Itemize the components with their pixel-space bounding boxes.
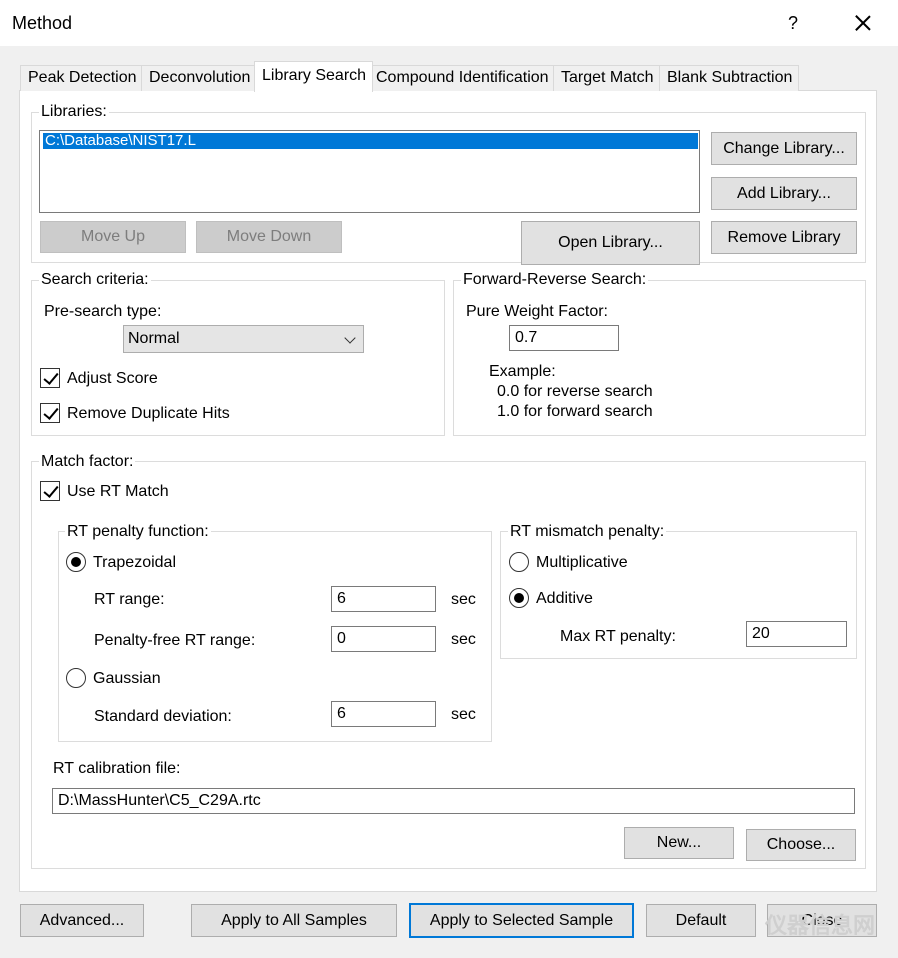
pure-weight-input[interactable]: 0.7: [509, 325, 619, 351]
open-library-button[interactable]: Open Library...: [521, 221, 700, 265]
tab-target-match[interactable]: Target Match: [553, 65, 661, 91]
additive-label: Additive: [536, 590, 593, 607]
pure-weight-label: Pure Weight Factor:: [466, 303, 608, 320]
window-title: Method: [12, 13, 73, 33]
apply-all-samples-button[interactable]: Apply to All Samples: [191, 904, 397, 937]
std-dev-unit: sec: [451, 706, 476, 723]
rt-mismatch-penalty-label: RT mismatch penalty:: [508, 523, 667, 541]
max-rt-penalty-label: Max RT penalty:: [560, 628, 676, 645]
use-rt-match-label: Use RT Match: [67, 483, 169, 500]
trapezoidal-radio[interactable]: [66, 552, 86, 572]
penalty-free-label: Penalty-free RT range:: [94, 632, 256, 649]
tab-blank-subtraction[interactable]: Blank Subtraction: [659, 65, 800, 91]
change-library-button[interactable]: Change Library...: [711, 132, 857, 165]
close-icon[interactable]: [843, 6, 883, 40]
libraries-listbox[interactable]: C:\Database\NIST17.L: [39, 130, 700, 213]
std-dev-label: Standard deviation:: [94, 708, 232, 725]
presearch-type-select[interactable]: Normal: [123, 325, 364, 353]
search-criteria-label: Search criteria:: [39, 271, 151, 289]
remove-duplicates-checkbox[interactable]: [40, 403, 60, 423]
example-label: Example:: [489, 363, 556, 380]
tab-compound-identification[interactable]: Compound Identification: [368, 65, 556, 91]
rt-range-label: RT range:: [94, 591, 165, 608]
library-item-selected[interactable]: C:\Database\NIST17.L: [43, 133, 698, 149]
watermark: 仪器信息网: [765, 913, 876, 938]
libraries-label: Libraries:: [39, 103, 109, 121]
title-bar: [0, 0, 898, 46]
penalty-free-input[interactable]: 0: [331, 626, 436, 652]
std-dev-input[interactable]: 6: [331, 701, 436, 727]
adjust-score-label: Adjust Score: [67, 370, 158, 387]
tab-library-search[interactable]: Library Search: [254, 61, 374, 92]
match-factor-label: Match factor:: [39, 453, 136, 471]
additive-radio[interactable]: [509, 588, 529, 608]
move-down-button[interactable]: Move Down: [196, 221, 342, 253]
max-rt-penalty-input[interactable]: 20: [746, 621, 847, 647]
move-up-button[interactable]: Move Up: [40, 221, 186, 253]
use-rt-match-checkbox[interactable]: [40, 481, 60, 501]
default-button[interactable]: Default: [646, 904, 756, 937]
chevron-down-icon: [344, 332, 356, 344]
rt-penalty-function-label: RT penalty function:: [65, 523, 211, 541]
forward-reverse-label: Forward-Reverse Search:: [461, 271, 649, 289]
choose-button[interactable]: Choose...: [746, 829, 856, 861]
remove-library-button[interactable]: Remove Library: [711, 221, 857, 254]
example-line-forward: 1.0 for forward search: [497, 403, 653, 420]
tab-deconvolution[interactable]: Deconvolution: [141, 65, 258, 91]
rt-calibration-label: RT calibration file:: [53, 760, 181, 777]
rt-calibration-input[interactable]: D:\MassHunter\C5_C29A.rtc: [52, 788, 855, 814]
presearch-type-label: Pre-search type:: [44, 303, 162, 320]
multiplicative-label: Multiplicative: [536, 554, 628, 571]
gaussian-radio[interactable]: [66, 668, 86, 688]
add-library-button[interactable]: Add Library...: [711, 177, 857, 210]
trapezoidal-label: Trapezoidal: [93, 554, 177, 571]
example-line-reverse: 0.0 for reverse search: [497, 383, 653, 400]
apply-selected-sample-button[interactable]: Apply to Selected Sample: [409, 903, 634, 938]
advanced-button[interactable]: Advanced...: [20, 904, 144, 937]
rt-range-unit: sec: [451, 591, 476, 608]
tab-peak-detection[interactable]: Peak Detection: [20, 65, 144, 91]
rt-range-input[interactable]: 6: [331, 586, 436, 612]
gaussian-label: Gaussian: [93, 670, 161, 687]
presearch-type-value: Normal: [128, 330, 180, 347]
adjust-score-checkbox[interactable]: [40, 368, 60, 388]
multiplicative-radio[interactable]: [509, 552, 529, 572]
new-button[interactable]: New...: [624, 827, 734, 859]
remove-duplicates-label: Remove Duplicate Hits: [67, 405, 230, 422]
help-button[interactable]: ?: [776, 8, 810, 38]
penalty-free-unit: sec: [451, 631, 476, 648]
